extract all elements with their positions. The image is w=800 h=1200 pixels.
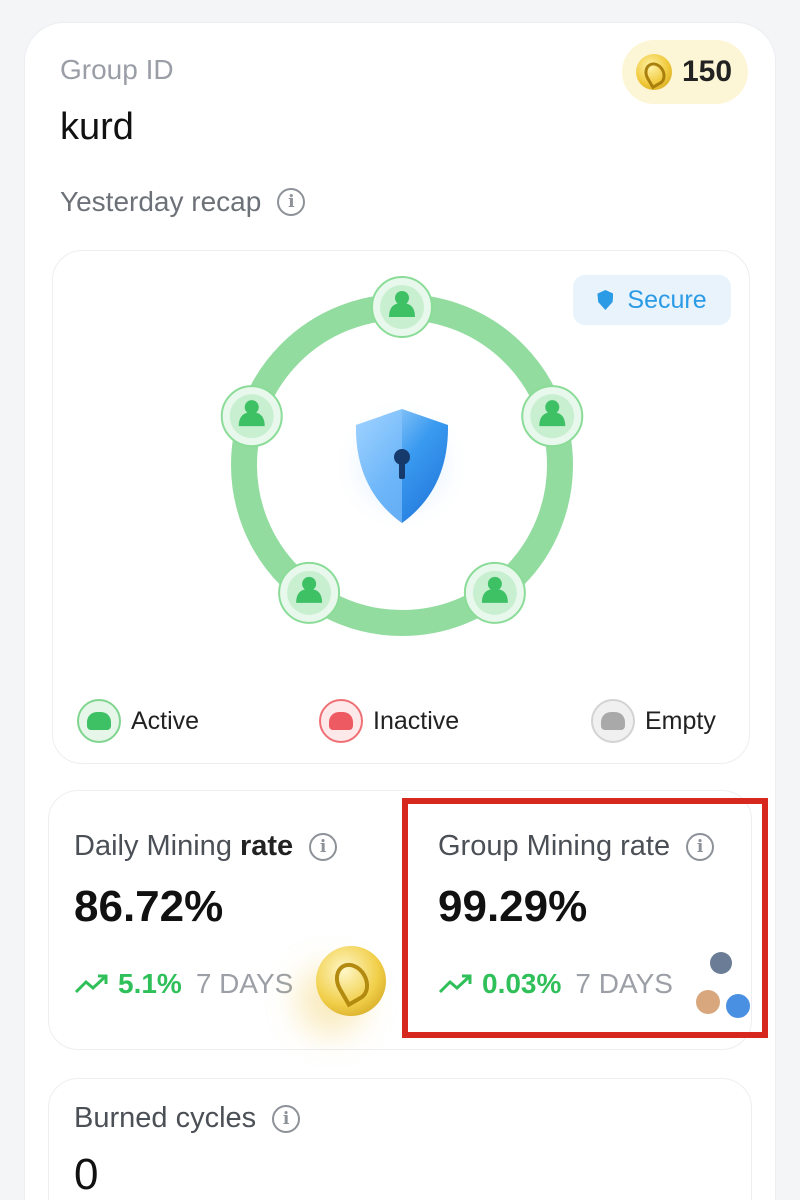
burned-cycles-label: Burned cycles i (74, 1102, 301, 1135)
daily-mining-label: Daily Mining rate i (74, 830, 338, 863)
info-icon[interactable]: i (309, 832, 338, 861)
legend-inactive-label: Inactive (373, 706, 460, 735)
info-icon[interactable]: i (272, 1104, 301, 1133)
member-node-active (463, 561, 526, 624)
group-id-value: kurd (60, 106, 134, 148)
legend-active: Active (77, 699, 199, 743)
recap-card: Secure Active Inactive Empty (52, 250, 750, 764)
member-node-active (278, 561, 341, 624)
daily-mining-value: 86.72% (74, 882, 224, 931)
burned-cycles-card (48, 1078, 752, 1200)
member-ring (220, 276, 584, 636)
member-node-active (371, 276, 433, 338)
burned-cycles-label-text: Burned cycles (74, 1102, 257, 1134)
recap-heading: Yesterday recap i (60, 186, 306, 218)
daily-mining-label-bold: rate (239, 830, 294, 862)
legend-empty-label: Empty (645, 706, 716, 735)
info-icon[interactable]: i (277, 188, 306, 216)
burned-cycles-value: 0 (74, 1150, 99, 1199)
keyhole-slot (399, 459, 405, 479)
daily-mining-change: 5.1% (118, 968, 182, 999)
member-node-active (521, 385, 584, 448)
coin-icon (316, 946, 386, 1016)
legend-empty: Empty (591, 699, 716, 743)
member-node-active (220, 385, 283, 448)
daily-mining-period: 7 DAYS (195, 968, 294, 999)
highlight-box (402, 798, 768, 1038)
inactive-member-icon (319, 699, 363, 743)
coin-balance-badge[interactable]: 150 (622, 40, 748, 104)
empty-member-icon (591, 699, 635, 743)
coin-balance: 150 (682, 55, 733, 88)
daily-mining-trend: 5.1% 7 DAYS (74, 968, 293, 1000)
trend-up-icon (74, 974, 108, 994)
recap-title: Yesterday recap (60, 186, 262, 217)
legend-inactive: Inactive (319, 699, 459, 743)
active-member-icon (77, 699, 121, 743)
daily-mining-label-text: Daily Mining (74, 830, 232, 862)
coin-icon (636, 54, 672, 90)
legend-active-label: Active (131, 706, 200, 735)
group-id-label: Group ID (60, 54, 174, 85)
